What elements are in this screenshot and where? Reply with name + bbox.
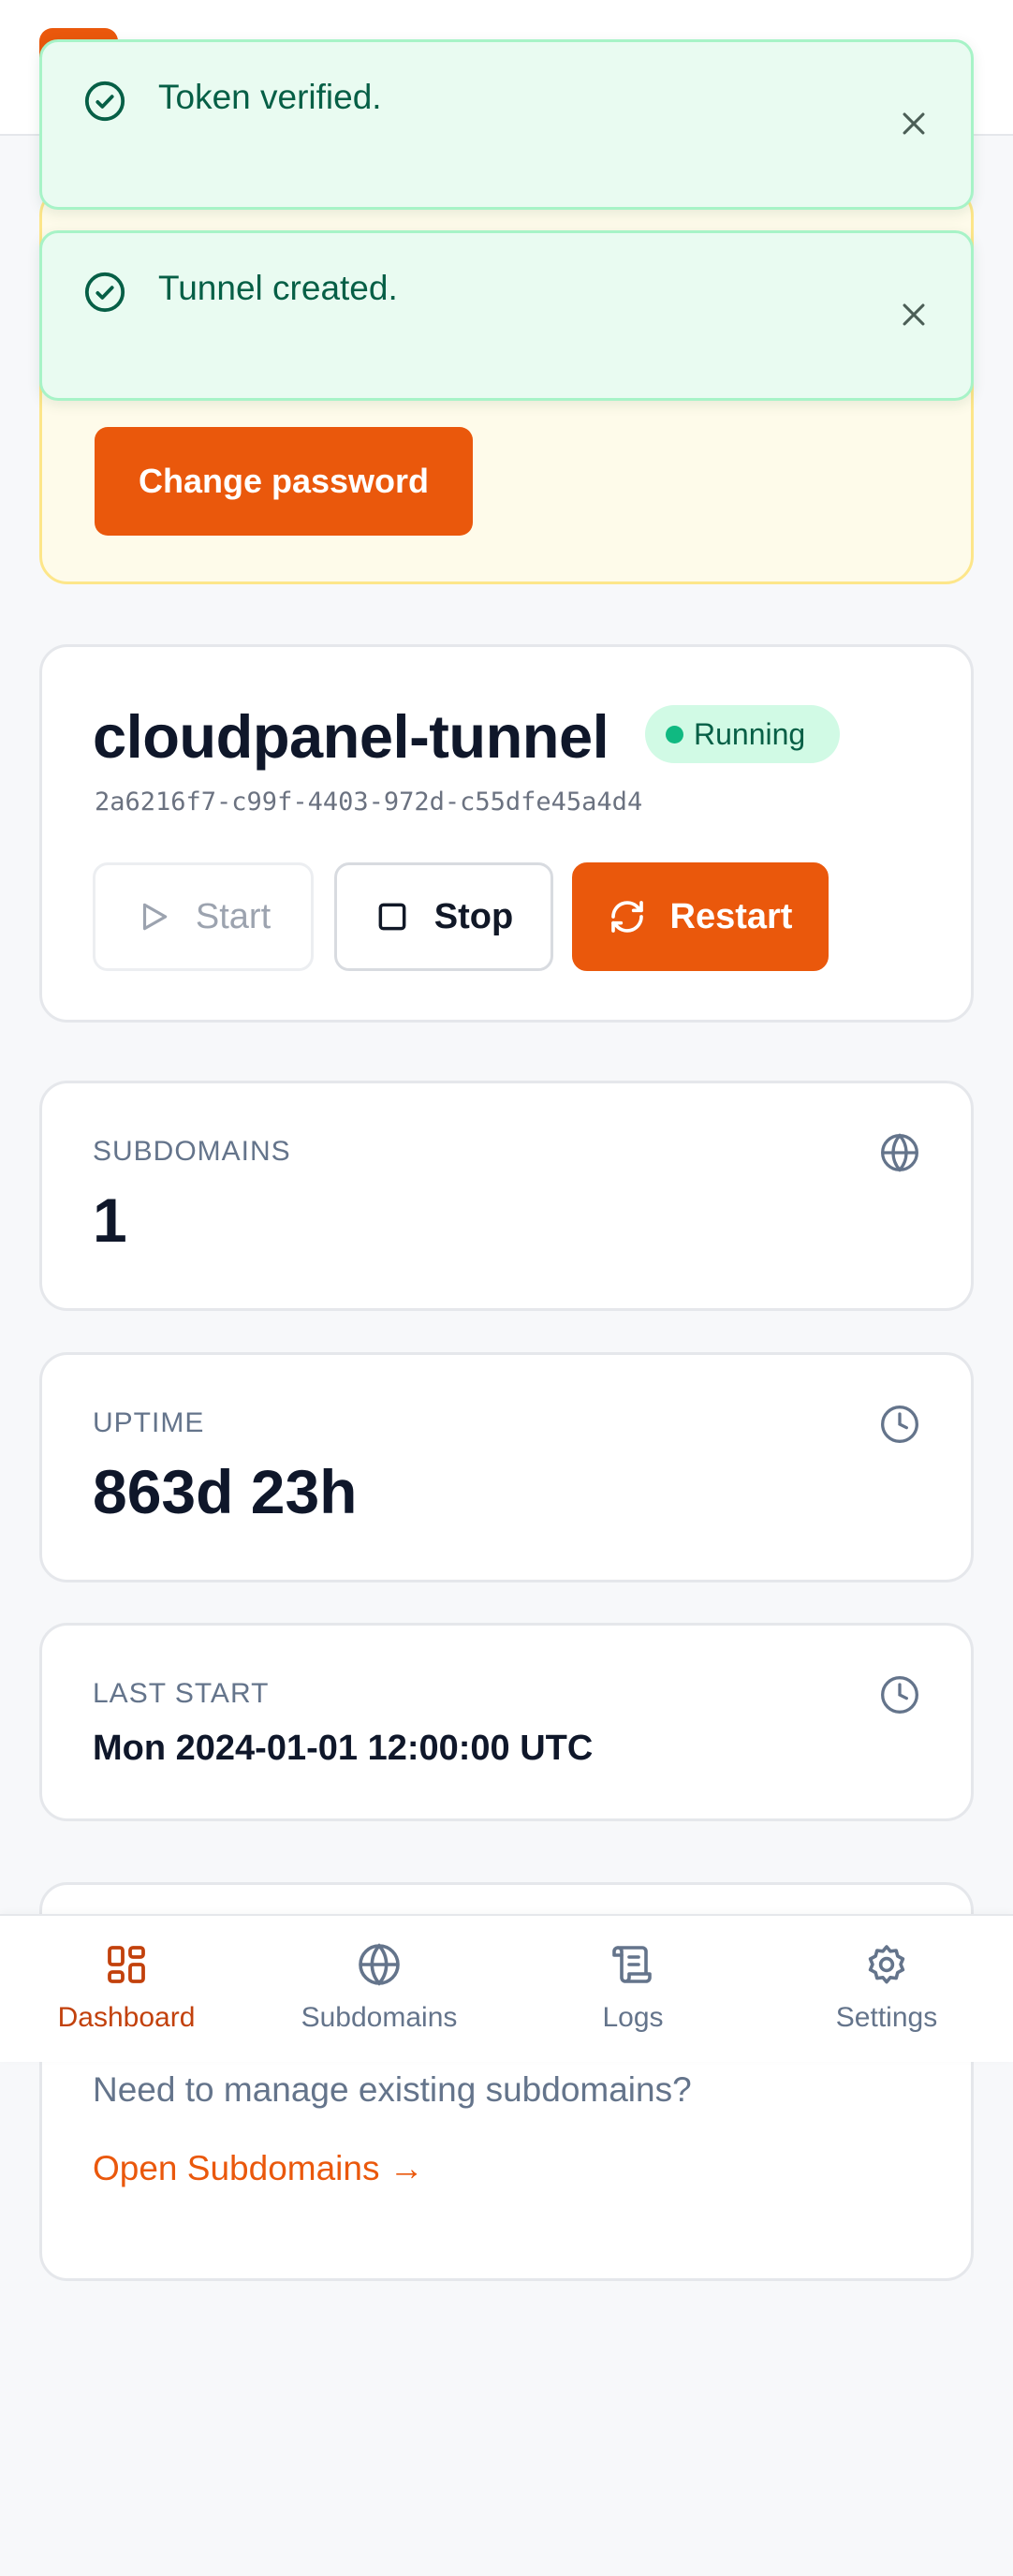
status-dot	[666, 726, 683, 743]
clock-icon	[881, 1406, 918, 1443]
stat-label: LAST START	[93, 1678, 270, 1709]
globe-icon	[359, 1943, 400, 1986]
bottom-nav: Dashboard Subdomains Logs Settings	[0, 1914, 1013, 2062]
restart-button-label: Restart	[669, 896, 793, 936]
nav-label: Logs	[602, 2002, 664, 2033]
nav-item-settings[interactable]: Settings	[760, 1916, 1013, 2064]
start-button-label: Start	[195, 896, 272, 936]
close-icon[interactable]	[898, 299, 930, 331]
stop-button-label: Stop	[433, 896, 514, 936]
check-circle-icon	[84, 272, 125, 313]
close-icon[interactable]	[898, 108, 930, 140]
tunnel-id: 2a6216f7-c99f-4403-972d-c55dfe45a4d4	[95, 788, 643, 817]
play-icon	[142, 903, 168, 931]
status-text: Running	[694, 716, 806, 751]
manage-hint-text: Need to manage existing subdomains?	[93, 2070, 692, 2109]
refresh-icon	[610, 901, 643, 933]
tunnel-card: cloudpanel-tunnel Running 2a6216f7-c99f-…	[39, 644, 974, 1023]
gear-icon	[868, 1945, 905, 1984]
globe-icon	[881, 1133, 918, 1172]
subdomains-stat-card: SUBDOMAINS 1	[39, 1081, 974, 1311]
tunnel-name: cloudpanel-tunnel	[93, 702, 609, 771]
scroll-icon	[612, 1946, 652, 1983]
start-button[interactable]: Start	[93, 862, 314, 971]
nav-label: Dashboard	[57, 2002, 196, 2033]
toast-message: Token verified.	[158, 78, 382, 116]
restart-button[interactable]: Restart	[572, 862, 829, 971]
nav-item-logs[interactable]: Logs	[506, 1916, 759, 2064]
clock-icon	[881, 1676, 918, 1714]
nav-label: Settings	[835, 2002, 938, 2033]
stop-icon	[378, 903, 406, 931]
stop-button[interactable]: Stop	[334, 862, 553, 971]
uptime-stat-card: UPTIME 863d 23h	[39, 1352, 974, 1582]
stat-value: 863d 23h	[93, 1457, 358, 1526]
stat-label: UPTIME	[93, 1407, 205, 1438]
toast-token-verified: Token verified.	[39, 39, 974, 210]
check-circle-icon	[84, 81, 125, 122]
change-password-button[interactable]: Change password	[95, 427, 473, 536]
stat-value: Mon 2024-01-01 12:00:00 UTC	[93, 1729, 594, 1768]
stat-value: 1	[93, 1185, 127, 1255]
last-start-stat-card: LAST START Mon 2024-01-01 12:00:00 UTC	[39, 1623, 974, 1821]
toast-message: Tunnel created.	[158, 269, 398, 307]
status-badge: Running	[645, 705, 840, 763]
nav-item-subdomains[interactable]: Subdomains	[253, 1916, 506, 2064]
open-subdomains-link[interactable]: Open Subdomains →	[93, 2149, 424, 2188]
nav-item-dashboard[interactable]: Dashboard	[0, 1916, 253, 2064]
toast-tunnel-created: Tunnel created.	[39, 230, 974, 401]
dashboard-icon	[108, 1946, 145, 1983]
stat-label: SUBDOMAINS	[93, 1136, 291, 1167]
nav-label: Subdomains	[301, 2002, 458, 2033]
